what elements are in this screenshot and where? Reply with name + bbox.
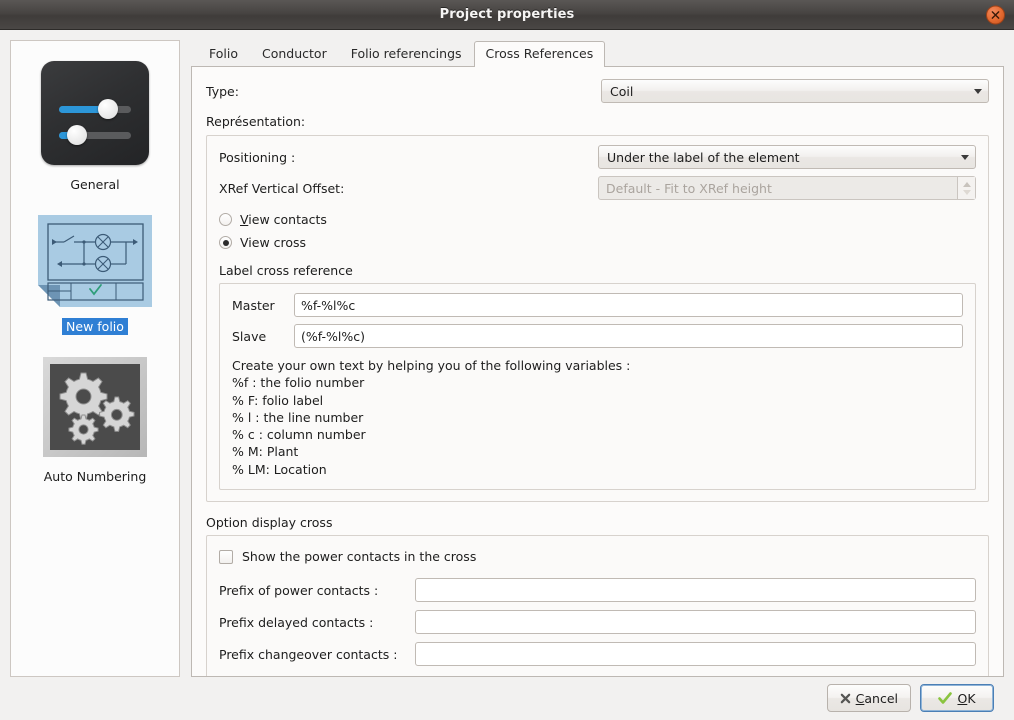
sidebar-item-general[interactable]: General	[11, 61, 179, 193]
sidebar: General New folio Auto Numbering	[10, 40, 180, 677]
ok-button-rest: K	[967, 690, 976, 706]
tab-panel-cross-references: Type: Coil Représentation: Positioning :	[191, 67, 1004, 677]
xref-offset-placeholder: Default - Fit to XRef height	[606, 180, 772, 196]
radio-view-contacts-label: View contacts	[240, 212, 327, 227]
tab-conductor[interactable]: Conductor	[250, 41, 339, 66]
window-title: Project properties	[439, 7, 575, 22]
xref-offset-label: XRef Vertical Offset:	[219, 180, 345, 196]
chevron-down-icon	[974, 88, 982, 94]
prefix-power-row: Prefix of power contacts :	[219, 578, 976, 603]
slave-row: Slave (%f-%l%c)	[232, 324, 963, 348]
sidebar-item-new-folio-label: New folio	[62, 318, 128, 335]
xref-offset-spinbox[interactable]: Default - Fit to XRef height	[598, 176, 976, 200]
variables-help-text: Create your own text by helping you of t…	[232, 358, 631, 477]
option-display-cross-title: Option display cross	[206, 515, 333, 531]
representation-label: Représentation:	[206, 114, 306, 129]
label-cross-reference-title: Label cross reference	[219, 263, 353, 278]
spinner-up-icon[interactable]	[962, 181, 971, 187]
positioning-row: Positioning : Under the label of the ele…	[219, 145, 976, 169]
dialog-body: General New folio Auto Numbering Folio C…	[0, 30, 1014, 720]
master-label: Master	[232, 297, 275, 313]
cancel-button-rest: ancel	[864, 690, 898, 706]
sidebar-item-auto-numbering[interactable]: Auto Numbering	[11, 357, 179, 485]
schematic-folio-icon	[38, 215, 152, 307]
sidebar-item-new-folio[interactable]: New folio	[11, 215, 179, 335]
representation-groupbox: Positioning : Under the label of the ele…	[206, 135, 989, 503]
master-input[interactable]: %f-%l%c	[294, 293, 963, 317]
radio-view-contacts-indicator[interactable]	[219, 213, 232, 226]
spinner-buttons[interactable]	[957, 177, 975, 199]
prefix-power-input[interactable]	[415, 578, 976, 603]
cross-mark-icon	[840, 693, 850, 703]
radio-view-cross-indicator[interactable]	[219, 236, 232, 249]
show-power-contacts-label: Show the power contacts in the cross	[242, 549, 477, 565]
type-label: Type:	[206, 83, 239, 99]
prefix-power-label: Prefix of power contacts :	[219, 582, 379, 598]
cancel-button-label: Cancel	[855, 690, 898, 706]
radio-view-cross-label: View cross	[240, 235, 307, 250]
master-row: Master %f-%l%c	[232, 293, 963, 317]
gears-icon	[43, 357, 147, 457]
button-bar: Cancel OK	[10, 677, 1004, 719]
sidebar-item-auto-numbering-label: Auto Numbering	[43, 469, 147, 484]
prefix-changeover-label: Prefix changeover contacts :	[219, 646, 398, 662]
slave-input[interactable]: (%f-%l%c)	[294, 324, 963, 348]
slave-label: Slave	[232, 328, 267, 344]
cross-references-form: Type: Coil Représentation: Positioning :	[192, 67, 1003, 676]
tab-folio-referencings[interactable]: Folio referencings	[339, 41, 474, 66]
sidebar-item-general-label: General	[70, 177, 120, 192]
radio-view-cross[interactable]: View cross	[219, 235, 976, 250]
prefix-changeover-row: Prefix changeover contacts :	[219, 642, 976, 667]
right-panel: Folio Conductor Folio referencings Cross…	[191, 40, 1004, 677]
type-combobox[interactable]: Coil	[601, 79, 989, 103]
close-icon[interactable]	[986, 5, 1005, 24]
tab-strip: Folio Conductor Folio referencings Cross…	[191, 40, 1004, 67]
option-display-cross-groupbox: Show the power contacts in the cross Pre…	[206, 535, 989, 676]
show-power-contacts-checkbox[interactable]: Show the power contacts in the cross	[219, 549, 976, 564]
tab-cross-references[interactable]: Cross References	[473, 41, 606, 67]
radio-view-contacts[interactable]: View contacts	[219, 212, 976, 227]
spinner-down-icon[interactable]	[962, 189, 971, 195]
chevron-down-icon	[961, 154, 969, 160]
radio-view-contacts-text: iew contacts	[248, 212, 327, 227]
ok-button-label: OK	[957, 690, 976, 706]
prefix-delayed-row: Prefix delayed contacts :	[219, 610, 976, 635]
prefix-changeover-input[interactable]	[415, 642, 976, 667]
tab-folio[interactable]: Folio	[197, 41, 250, 66]
label-cross-reference-groupbox: Master %f-%l%c Slave (%f-%l%c) Create yo…	[219, 283, 976, 491]
prefix-delayed-input[interactable]	[415, 610, 976, 635]
check-mark-icon	[938, 691, 953, 704]
xref-offset-row: XRef Vertical Offset: Default - Fit to X…	[219, 176, 976, 200]
type-row: Type: Coil	[206, 79, 989, 103]
title-bar: Project properties	[0, 0, 1014, 30]
checkbox-indicator[interactable]	[219, 549, 233, 564]
type-combobox-value: Coil	[610, 83, 634, 99]
cancel-button[interactable]: Cancel	[826, 684, 911, 712]
prefix-delayed-label: Prefix delayed contacts :	[219, 614, 374, 630]
positioning-label: Positioning :	[219, 149, 296, 165]
sliders-icon	[41, 61, 149, 165]
main-area: General New folio Auto Numbering Folio C…	[10, 40, 1004, 677]
positioning-combobox[interactable]: Under the label of the element	[598, 145, 976, 169]
positioning-combobox-value: Under the label of the element	[607, 149, 800, 165]
ok-button[interactable]: OK	[920, 684, 994, 712]
